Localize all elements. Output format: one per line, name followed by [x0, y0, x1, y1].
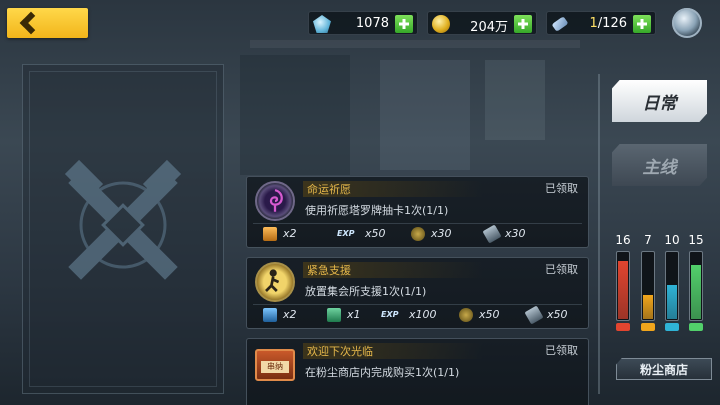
coin-icon — [432, 15, 450, 33]
gauge-cap — [665, 323, 679, 331]
dust-shop-button[interactable]: 粉尘商店 — [616, 358, 712, 380]
chevron-left-icon — [19, 11, 43, 35]
task-status: 已领取 — [545, 263, 578, 276]
side-divider — [598, 74, 600, 394]
coin-counter: 204万 — [427, 11, 537, 35]
gauge-tube — [616, 251, 630, 321]
gem-value: 1078 — [355, 16, 389, 31]
potion-orange-icon — [263, 226, 277, 241]
reward-item: x50 — [524, 304, 577, 325]
task-title: 紧急支援 — [303, 262, 483, 278]
task-card[interactable]: 串纳 欢迎下次光临 已领取 在粉尘商店内完成购买1次(1/1) — [246, 338, 589, 405]
gauge-fill — [618, 261, 628, 319]
reward-item: x2 — [263, 226, 327, 241]
add-coins-button[interactable] — [514, 15, 532, 33]
gauge-fill — [691, 264, 701, 319]
task-status: 已领取 — [545, 182, 578, 195]
tab-daily[interactable]: 日常 — [612, 80, 707, 122]
reward-amount: x50 — [479, 308, 500, 321]
badge-icon — [459, 307, 473, 322]
support-runner-icon — [255, 262, 295, 302]
backdrop-window — [380, 60, 470, 170]
gauge-tube — [665, 251, 679, 321]
tarot-swirl-icon — [255, 181, 295, 221]
badge-icon — [411, 226, 425, 241]
ticket-counter: 1/126 — [546, 11, 656, 35]
settings-orb-button[interactable] — [672, 8, 702, 38]
coin-value: 204万 — [470, 20, 508, 35]
gauge-tube — [689, 251, 703, 321]
gauge-tube — [641, 251, 655, 321]
gem-icon — [313, 15, 331, 33]
top-bar: 1078 204万 1/126 — [0, 0, 720, 48]
ticket-max: /126 — [597, 16, 627, 31]
task-card[interactable]: 紧急支援 已领取 放置集会所支援1次(1/1) x2 x1 EXP x100 x… — [246, 257, 589, 329]
ticket-current: 1 — [589, 16, 598, 31]
ticket-icon — [551, 16, 569, 32]
reward-item: EXP x50 — [337, 227, 401, 241]
reward-amount: x30 — [505, 227, 526, 240]
energy-gauge: 15 — [685, 233, 707, 331]
gauge-fill — [643, 295, 653, 319]
gauge-fill — [667, 285, 677, 319]
exp-icon: EXP — [381, 310, 399, 319]
tab-main-story[interactable]: 主线 — [612, 144, 707, 186]
reward-item: x30 — [482, 223, 549, 244]
reward-item: EXP x100 — [381, 308, 449, 322]
energy-gauge: 16 — [612, 233, 634, 331]
reward-item: x1 — [327, 307, 371, 322]
gem-counter: 1078 — [308, 11, 418, 35]
exp-icon: EXP — [337, 229, 355, 238]
add-gems-button[interactable] — [395, 15, 413, 33]
gauge-value: 15 — [688, 233, 704, 247]
task-description: 放置集会所支援1次(1/1) — [305, 285, 427, 298]
task-title: 命运祈愿 — [303, 181, 483, 197]
reward-list: x2 EXP x50 x30 x30 — [253, 223, 582, 244]
reward-amount: x30 — [431, 227, 452, 240]
task-description: 在粉尘商店内完成购买1次(1/1) — [305, 366, 460, 379]
task-card[interactable]: 命运祈愿 已领取 使用祈愿塔罗牌抽卡1次(1/1) x2 EXP x50 x30… — [246, 176, 589, 248]
back-button[interactable] — [7, 8, 88, 38]
task-description: 使用祈愿塔罗牌抽卡1次(1/1) — [305, 204, 449, 217]
reward-amount: x100 — [409, 308, 437, 321]
emblem-panel — [22, 64, 224, 394]
crossed-hammers-emblem-icon — [64, 159, 182, 280]
reward-amount: x2 — [283, 227, 297, 240]
task-status: 已领取 — [545, 344, 578, 357]
task-title: 欢迎下次光临 — [303, 343, 483, 359]
reward-amount: x50 — [547, 308, 568, 321]
shop-box-label: 串纳 — [261, 361, 289, 373]
reward-amount: x1 — [347, 308, 361, 321]
gauge-cap — [616, 323, 630, 331]
gauge-value: 16 — [615, 233, 631, 247]
potion-green-icon — [327, 307, 341, 322]
reward-list: x2 x1 EXP x100 x50 x50 — [253, 304, 582, 325]
add-tickets-button[interactable] — [633, 15, 651, 33]
chip-icon — [524, 304, 544, 325]
backdrop-window — [485, 60, 545, 140]
reward-item: x30 — [411, 226, 475, 241]
chip-icon — [482, 223, 502, 244]
backdrop-shadow — [240, 55, 350, 175]
potion-blue-icon — [263, 307, 277, 322]
gauge-value: 7 — [644, 233, 652, 247]
reward-amount: x50 — [365, 227, 386, 240]
shop-box-icon: 串纳 — [255, 349, 295, 381]
energy-gauge: 7 — [637, 233, 659, 331]
reward-item: x2 — [263, 307, 317, 322]
energy-gauge: 10 — [661, 233, 683, 331]
gauge-value: 10 — [664, 233, 680, 247]
gauge-cap — [641, 323, 655, 331]
ticket-value: 1/126 — [590, 16, 627, 31]
reward-item: x50 — [459, 307, 517, 322]
reward-amount: x2 — [283, 308, 297, 321]
gauge-cap — [689, 323, 703, 331]
